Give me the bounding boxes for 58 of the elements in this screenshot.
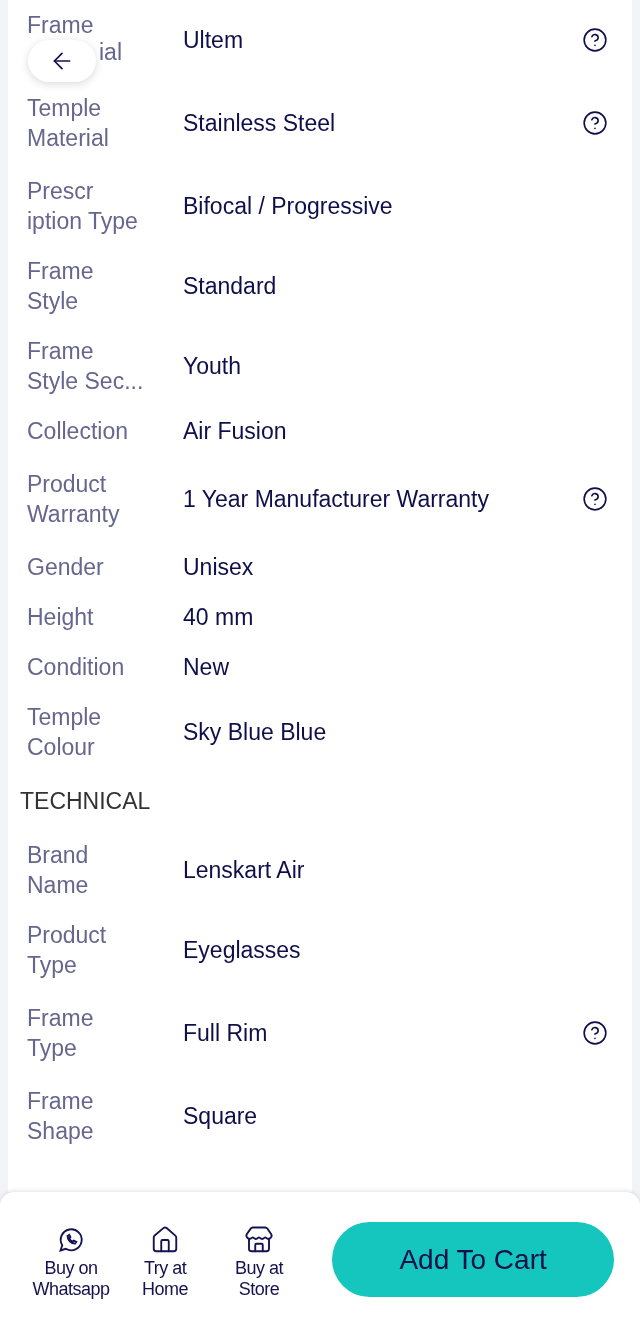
spec-value: 1 Year Manufacturer Warranty <box>183 485 490 514</box>
spec-label: Product <box>27 921 107 950</box>
spec-label: Style Sec... <box>27 367 144 396</box>
spec-value: Square <box>183 1102 259 1131</box>
action-label: Store <box>238 1279 280 1300</box>
spec-label: ial <box>99 38 122 67</box>
spec-label: Style <box>27 287 79 316</box>
spec-label: Height <box>27 603 94 632</box>
spec-value: Bifocal / Progressive <box>183 192 394 221</box>
spec-label: Name <box>27 871 89 900</box>
spec-label: Colour <box>27 733 95 762</box>
action-label: Buy at <box>235 1258 284 1279</box>
spec-label: Frame <box>27 257 94 286</box>
help-icon[interactable] <box>582 1020 608 1046</box>
spec-value: Standard <box>183 272 278 301</box>
spec-label: Product <box>27 470 107 499</box>
action-button[interactable]: Buy at Store <box>214 1222 305 1300</box>
help-icon[interactable] <box>582 110 608 136</box>
action-button[interactable]: Buy on Whatsapp <box>26 1222 117 1300</box>
spec-label: Frame <box>27 1004 94 1033</box>
spec-value: Air Fusion <box>183 417 288 446</box>
action-label: Buy on <box>44 1258 98 1279</box>
spec-label: Material <box>27 124 109 153</box>
spec-value: 40 mm <box>183 603 255 632</box>
spec-label: Type <box>27 1034 77 1063</box>
spec-label: Brand <box>27 841 89 870</box>
action-label: Try at <box>143 1258 187 1279</box>
spec-value: Stainless Steel <box>183 109 337 138</box>
help-icon[interactable] <box>582 486 608 512</box>
section-title: TECHNICAL <box>19 787 152 816</box>
action-label: Whatsapp <box>32 1279 110 1300</box>
spec-label: Temple <box>27 703 102 732</box>
spec-value: Unisex <box>183 553 255 582</box>
spec-value: Lenskart Air <box>183 856 306 885</box>
action-label: Home <box>142 1279 189 1300</box>
spec-label: Frame <box>27 337 94 366</box>
spec-value: Ultem <box>183 26 245 55</box>
spec-label: Collection <box>27 417 128 446</box>
store-icon <box>244 1225 275 1255</box>
spec-label: Gender <box>27 553 104 582</box>
chat-phone-icon <box>57 1226 85 1254</box>
spec-value: Sky Blue Blue <box>183 718 328 747</box>
spec-label: Type <box>27 951 77 980</box>
spec-label: Frame <box>27 1087 94 1116</box>
spec-label: Warranty <box>27 500 120 529</box>
spec-label: Prescr <box>27 177 94 206</box>
spec-label: iption Type <box>27 207 138 236</box>
spec-value: Youth <box>183 352 242 381</box>
spec-value: Eyeglasses <box>183 936 302 965</box>
spec-label: Condition <box>27 653 125 682</box>
spec-label: Frame <box>27 13 94 37</box>
spec-label: Temple <box>27 94 102 123</box>
spec-value: New <box>183 653 230 682</box>
help-icon[interactable] <box>582 27 608 53</box>
action-button[interactable]: Try at Home <box>120 1222 211 1300</box>
spec-label: Shape <box>27 1117 94 1146</box>
add-to-cart-button[interactable]: Add To Cart <box>332 1222 614 1297</box>
spec-value: Full Rim <box>183 1019 269 1048</box>
